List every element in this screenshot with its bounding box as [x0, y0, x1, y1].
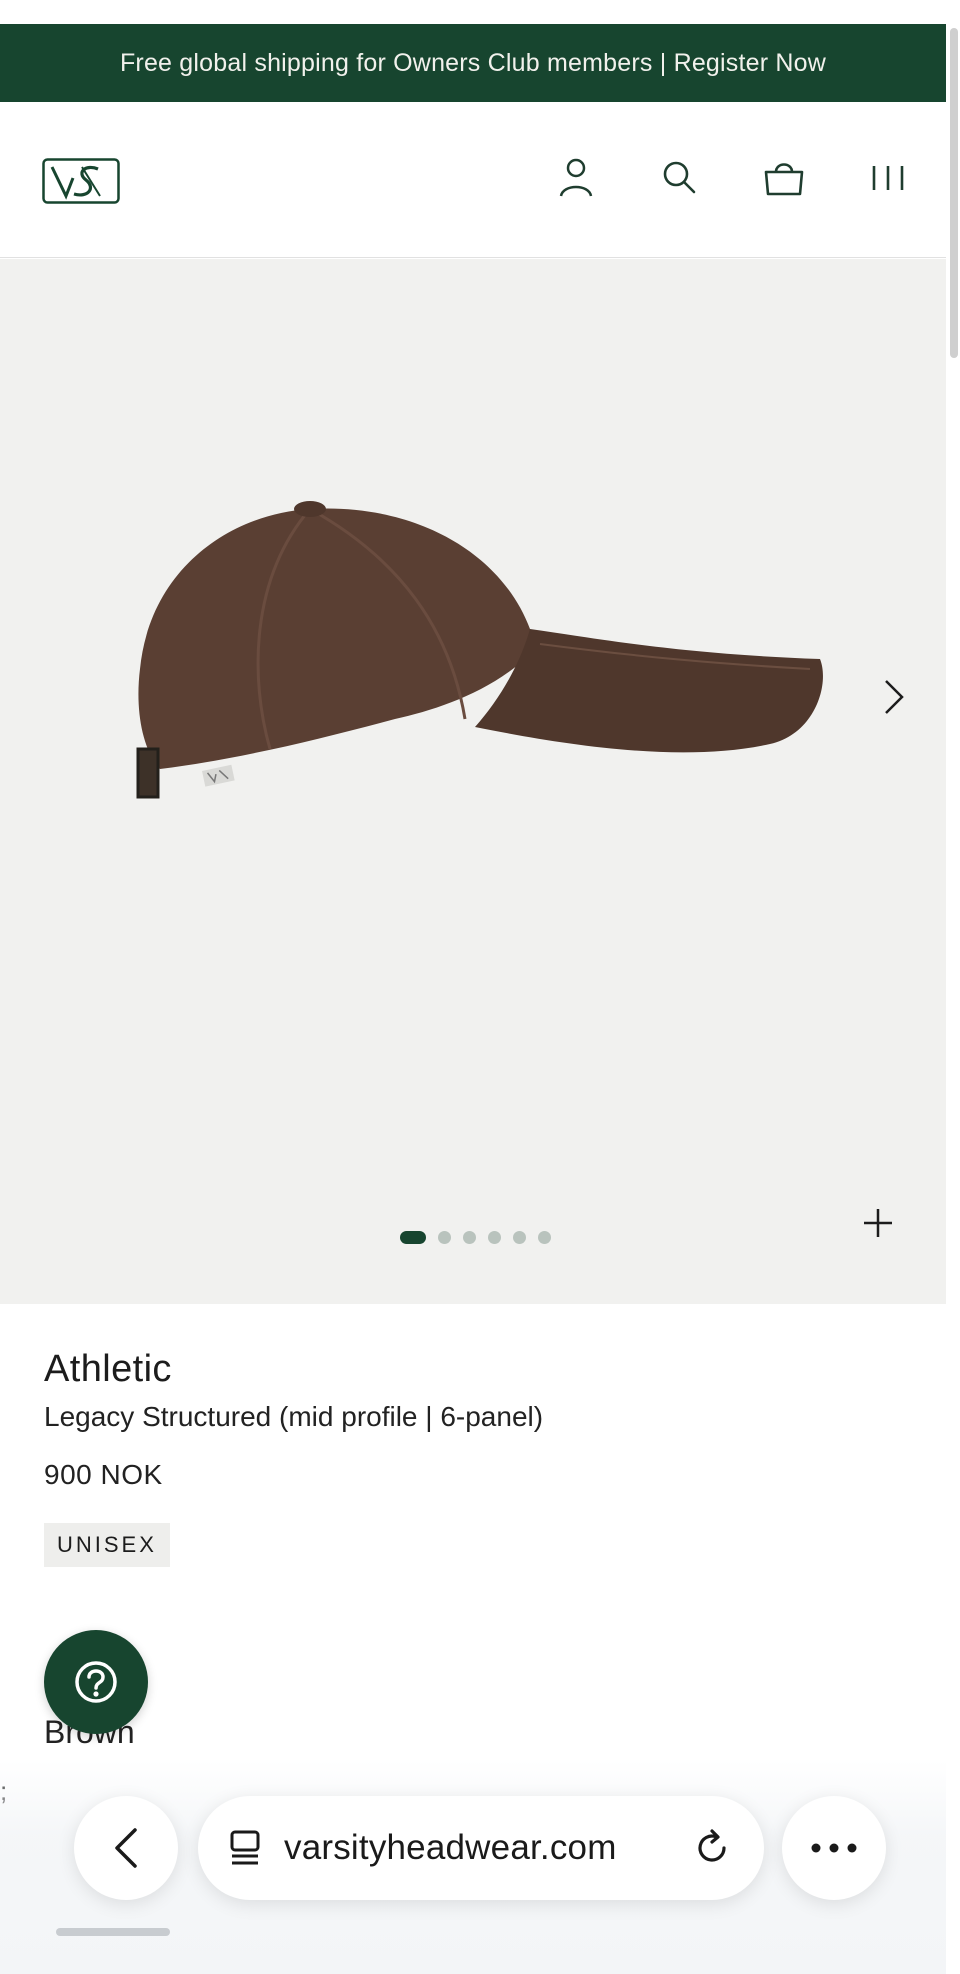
slide-dot[interactable] [438, 1231, 451, 1244]
product-name: Legacy Structured (mid profile | 6-panel… [44, 1401, 544, 1432]
product-info: Athletic Legacy Structured (mid profile … [44, 1348, 924, 1567]
product-brand: Athletic [44, 1348, 172, 1390]
browser-back-button[interactable] [74, 1796, 178, 1900]
question-icon [75, 1661, 117, 1703]
promo-text[interactable]: Free global shipping for Owners Club mem… [120, 49, 826, 78]
slide-dot[interactable] [488, 1231, 501, 1244]
home-indicator [56, 1928, 170, 1936]
site-header [0, 102, 946, 258]
product-gallery[interactable] [0, 259, 960, 1304]
slide-dot[interactable] [538, 1231, 551, 1244]
help-button[interactable] [44, 1630, 148, 1734]
scrollbar-thumb[interactable] [950, 28, 958, 358]
browser-more-button[interactable] [782, 1796, 886, 1900]
address-bar[interactable]: varsityheadwear.com [198, 1796, 764, 1900]
slide-dot[interactable] [513, 1231, 526, 1244]
promo-banner[interactable]: Free global shipping for Owners Club mem… [0, 24, 946, 102]
unisex-badge: UNISEX [44, 1523, 170, 1567]
slide-dot[interactable] [400, 1231, 426, 1244]
account-icon[interactable] [552, 154, 600, 202]
reload-icon[interactable] [690, 1826, 734, 1870]
status-bar-area [0, 0, 960, 24]
plus-icon[interactable] [858, 1203, 898, 1243]
chevron-right-icon[interactable] [872, 667, 916, 727]
url-text[interactable]: varsityheadwear.com [284, 1828, 617, 1868]
slide-dot[interactable] [463, 1231, 476, 1244]
vs-monogram-logo[interactable] [42, 158, 120, 204]
brown-cap-side-view [120, 479, 840, 879]
search-icon[interactable] [656, 154, 704, 202]
ellipsis-icon [811, 1843, 857, 1853]
tabs-icon[interactable] [228, 1828, 262, 1868]
product-price: 900 NOK [44, 1459, 163, 1490]
slide-indicator[interactable] [400, 1231, 551, 1244]
shopping-bag-icon[interactable] [760, 154, 808, 202]
menu-icon[interactable] [864, 154, 912, 202]
chevron-left-icon [115, 1828, 137, 1868]
